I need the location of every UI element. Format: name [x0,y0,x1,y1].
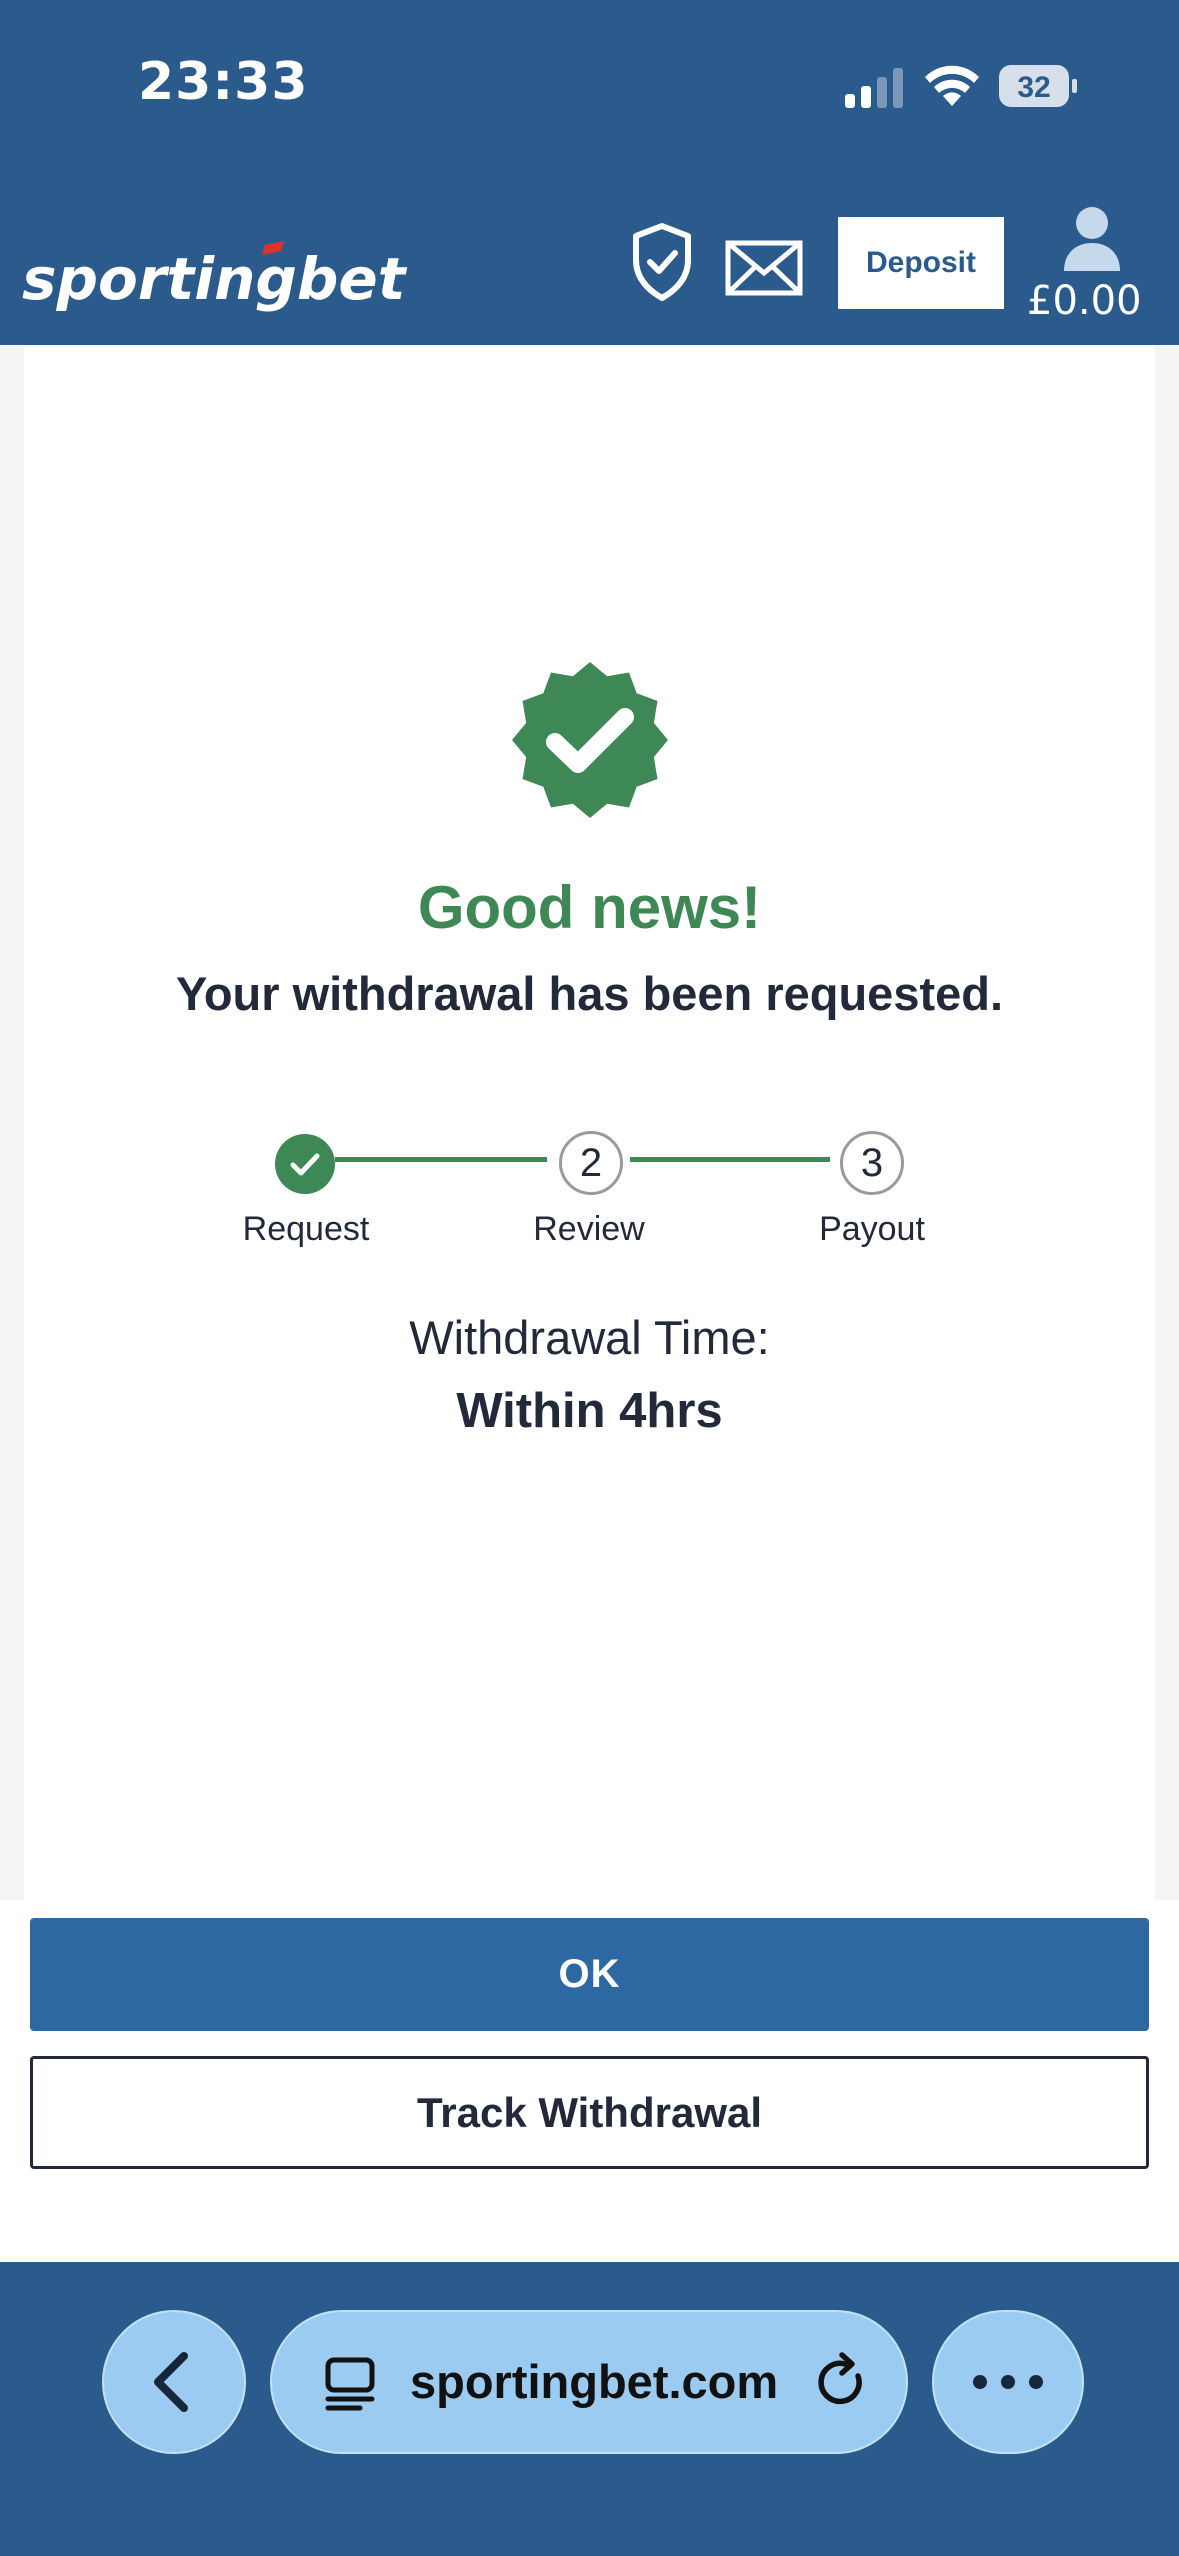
cellular-signal-icon [845,68,903,108]
battery-level: 32 [1017,71,1050,104]
success-message: Your withdrawal has been requested. [175,967,1004,1020]
confirmation-card [24,345,1155,1900]
shield-check-icon[interactable] [630,222,694,302]
step-label-payout: Payout [819,1210,925,1248]
browser-back-button[interactable] [102,2310,246,2454]
battery-icon: 32 [999,65,1077,107]
user-account-icon[interactable] [1062,205,1122,271]
sportingbet-logo[interactable]: sportingbet [22,229,422,319]
track-withdrawal-button[interactable]: Track Withdrawal [30,2056,1149,2169]
account-balance[interactable]: £0.00 [1027,278,1142,324]
step-payout-circle: 3 [840,1131,904,1195]
step-label-request: Request [242,1210,370,1248]
status-time: 23:33 [138,52,309,112]
ok-button[interactable]: OK [30,1918,1149,2031]
address-bar[interactable]: sportingbet.com [270,2310,908,2454]
withdrawal-time-label: Withdrawal Time: [409,1311,770,1364]
deposit-button[interactable]: Deposit [838,217,1004,309]
browser-more-button[interactable] [932,2310,1084,2454]
check-icon [290,1153,320,1176]
step-request-complete [275,1134,335,1194]
mail-icon[interactable] [725,240,803,296]
stepper-connector-2 [630,1157,830,1162]
status-bar: 23:33 32 [0,0,1179,205]
logo-text: sportingbet [22,245,408,313]
wifi-icon [925,65,979,106]
chevron-left-icon [154,2352,188,2412]
stepper-connector-1 [335,1157,547,1162]
tab-overview-icon[interactable] [322,2356,378,2412]
withdrawal-time-value: Within 4hrs [456,1384,723,1438]
success-badge-icon [512,662,668,818]
url-text[interactable]: sportingbet.com [410,2312,778,2452]
more-options-icon [973,2375,1043,2389]
step-review-circle: 2 [559,1131,623,1195]
step-label-review: Review [533,1210,645,1248]
reload-icon[interactable] [812,2352,872,2412]
success-headline: Good news! [417,874,762,941]
